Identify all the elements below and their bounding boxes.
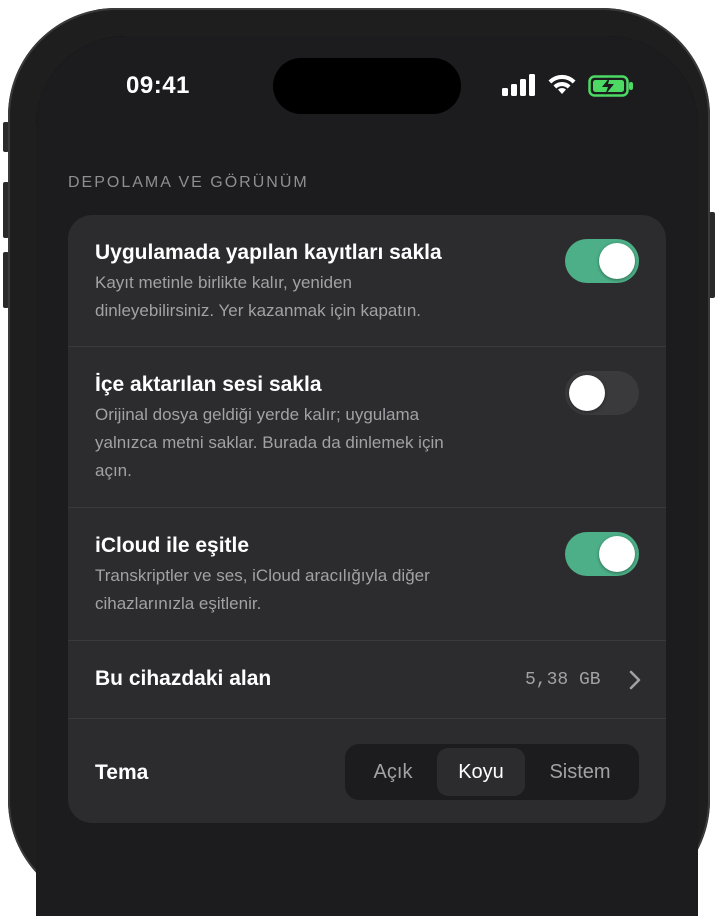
keep-recordings-toggle[interactable] (565, 239, 639, 283)
phone-frame: 09:41 DEPOLAMA VE GÖRÜNÜM Uygulamada yap… (8, 8, 710, 916)
status-bar: 09:41 (36, 36, 698, 131)
row-keep-imported: İçe aktarılan sesi sakla Orijinal dosya … (68, 347, 666, 507)
icloud-sync-title: iCloud ile eşitle (95, 534, 250, 557)
theme-segmented-control: Açık Koyu Sistem (345, 744, 639, 800)
signal-icon (502, 74, 535, 96)
description-line: açın. (95, 461, 132, 480)
theme-title: Tema (95, 761, 149, 784)
theme-option-dark[interactable]: Koyu (437, 748, 525, 796)
battery-charging-icon (588, 75, 633, 97)
toggle-knob (599, 536, 635, 572)
settings-card: Uygulamada yapılan kayıtları sakla Kayıt… (68, 215, 666, 823)
row-icloud-sync: iCloud ile eşitle Transkriptler ve ses, … (68, 508, 666, 640)
storage-value: 5,38 GB (525, 670, 601, 690)
dynamic-island (273, 58, 461, 114)
icloud-sync-toggle[interactable] (565, 532, 639, 576)
toggle-knob (569, 375, 605, 411)
keep-recordings-description: Kayıt metinle birlikte kalır, yeniden di… (95, 269, 515, 325)
description-line: Kayıt metinle birlikte kalır, yeniden (95, 273, 353, 292)
description-line: Orijinal dosya geldiği yerde kalır; uygu… (95, 405, 420, 424)
wifi-icon (548, 74, 576, 94)
description-line: Transkriptler ve ses, iCloud aracılığıyl… (95, 566, 430, 585)
storage-title: Bu cihazdaki alan (95, 667, 272, 690)
theme-option-light[interactable]: Açık (349, 748, 437, 796)
description-line: yalnızca metni saklar. Burada da dinleme… (95, 433, 444, 452)
description-line: cihazlarınızla eşitlenir. (95, 594, 262, 613)
chevron-right-icon (629, 670, 641, 690)
keep-imported-description: Orijinal dosya geldiği yerde kalır; uygu… (95, 401, 515, 485)
row-keep-recordings: Uygulamada yapılan kayıtları sakla Kayıt… (68, 215, 666, 346)
status-icons (502, 74, 642, 98)
phone-screen: 09:41 DEPOLAMA VE GÖRÜNÜM Uygulamada yap… (36, 36, 698, 916)
section-title: DEPOLAMA VE GÖRÜNÜM (68, 174, 309, 191)
keep-recordings-title: Uygulamada yapılan kayıtları sakla (95, 241, 442, 264)
theme-option-system[interactable]: Sistem (525, 748, 635, 796)
toggle-knob (599, 243, 635, 279)
status-time: 09:41 (126, 72, 190, 99)
icloud-sync-description: Transkriptler ve ses, iCloud aracılığıyl… (95, 562, 515, 618)
description-line: dinleyebilirsiniz. Yer kazanmak için kap… (95, 301, 422, 320)
keep-imported-title: İçe aktarılan sesi sakla (95, 373, 322, 396)
settings-content: DEPOLAMA VE GÖRÜNÜM Uygulamada yapılan k… (36, 131, 698, 916)
keep-imported-toggle[interactable] (565, 371, 639, 415)
